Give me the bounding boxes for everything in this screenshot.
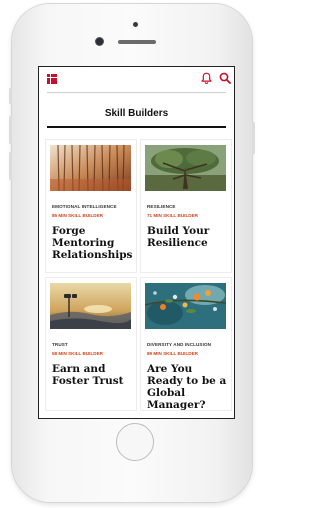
home-button[interactable]: [116, 423, 154, 461]
skill-card-build-resilience[interactable]: RESILIENCE 71 MIN SKILL BUILDER Build Yo…: [140, 139, 232, 273]
card-category: EMOTIONAL INTELLIGENCE: [52, 204, 117, 209]
power-button: [252, 122, 255, 154]
skill-card-forge-mentoring[interactable]: EMOTIONAL INTELLIGENCE 85 MIN SKILL BUIL…: [45, 139, 137, 273]
proximity-sensor: [133, 22, 138, 27]
side-button: [9, 88, 12, 104]
grid-menu-icon[interactable]: [47, 74, 57, 84]
card-title: Build Your Resilience: [147, 225, 210, 249]
search-icon[interactable]: [219, 72, 231, 84]
card-duration: 58 MIN SKILL BUILDER: [52, 351, 103, 356]
card-duration: 85 MIN SKILL BUILDER: [52, 213, 103, 218]
top-bar-divider: [47, 92, 226, 93]
oak-tree-image: [145, 145, 226, 191]
skill-card-global-manager[interactable]: DIVERSITY AND INCLUSION 89 MIN SKILL BUI…: [140, 277, 232, 411]
skill-card-earn-trust[interactable]: TRUST 58 MIN SKILL BUILDER Earn and Fost…: [45, 277, 137, 411]
forest-image: [50, 145, 131, 191]
earpiece-speaker: [118, 40, 156, 44]
bell-icon[interactable]: [201, 72, 212, 84]
card-category: DIVERSITY AND INCLUSION: [147, 342, 212, 347]
app-screen: Skill Builders EMOTIONAL INTELLIGENCE 85…: [38, 66, 235, 419]
card-title: Are You Ready to be a Global Manager?: [147, 363, 227, 411]
card-title: Earn and Foster Trust: [52, 363, 124, 387]
page-title: Skill Builders: [104, 108, 169, 119]
citrus-branch-image: [145, 283, 226, 329]
volume-down-button: [9, 152, 12, 180]
top-bar: [39, 67, 234, 91]
title-underline: [47, 126, 226, 128]
card-duration: 71 MIN SKILL BUILDER: [147, 213, 198, 218]
card-category: RESILIENCE: [147, 204, 176, 209]
card-title: Forge Mentoring Relationships: [52, 225, 133, 261]
binoculars-sunrise-image: [50, 283, 131, 329]
card-duration: 89 MIN SKILL BUILDER: [147, 351, 198, 356]
card-category: TRUST: [52, 342, 68, 347]
front-camera: [96, 38, 103, 45]
volume-up-button: [9, 116, 12, 144]
